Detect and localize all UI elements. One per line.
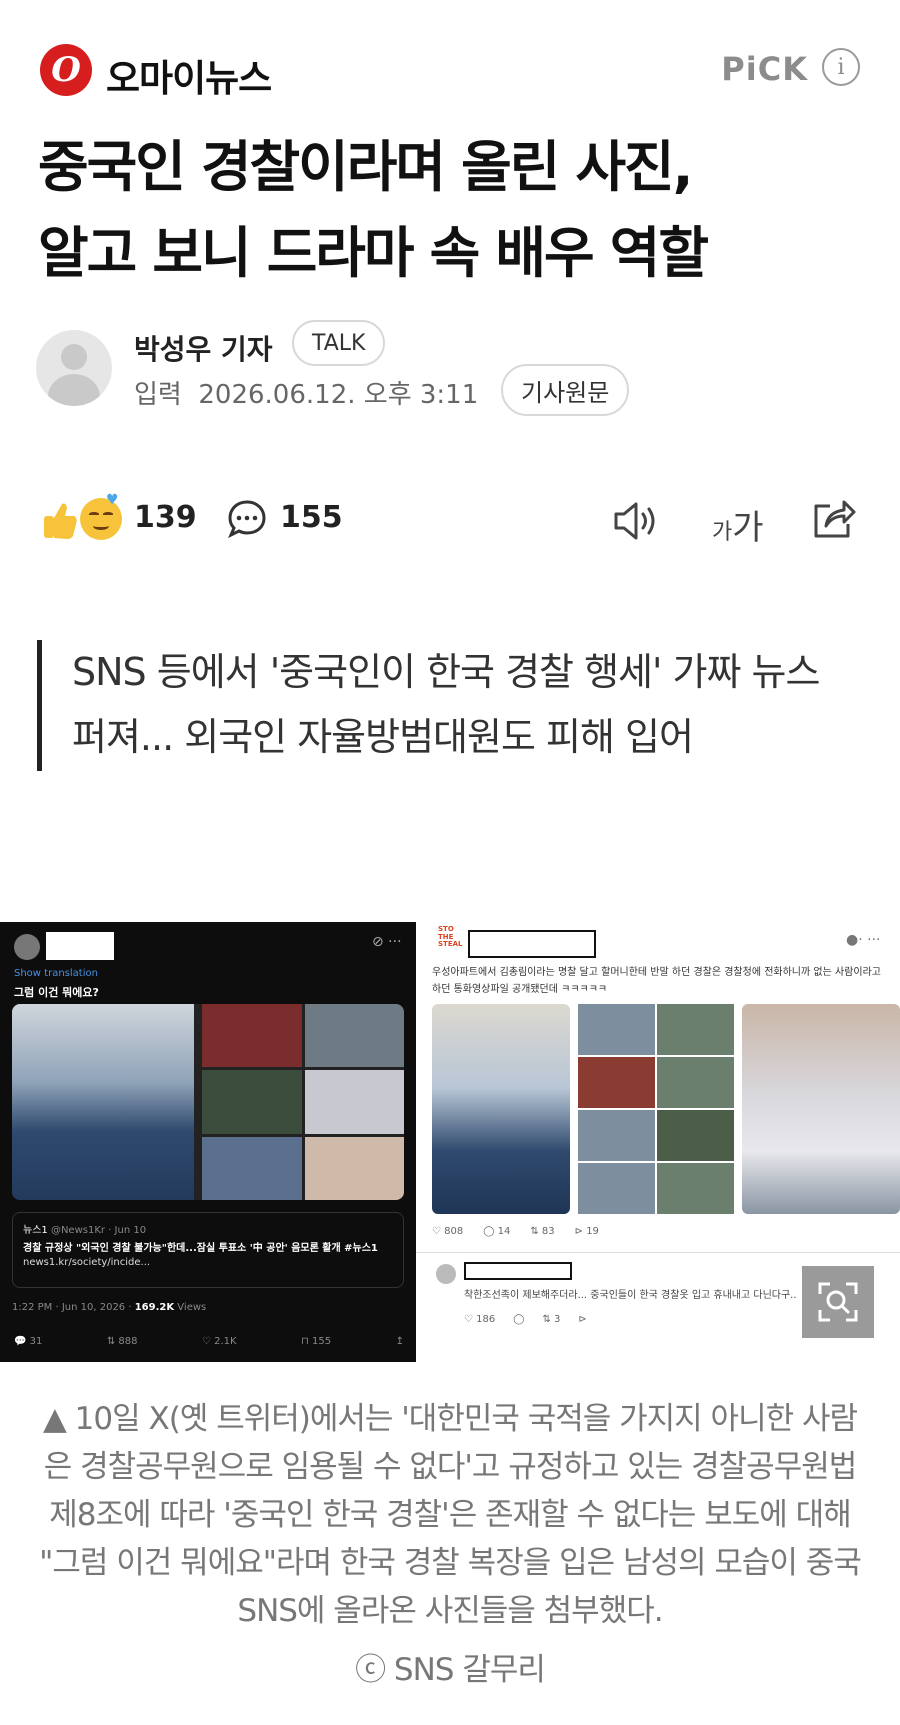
quoted-title: 경찰 규정상 "외국인 경찰 불가능"한데...잠실 투표소 '中 공안' 음모… bbox=[23, 1243, 378, 1254]
talk-button[interactable]: TALK bbox=[292, 320, 386, 366]
reply-stats: ♡ 186 ◯ ⇅ 3 ⊳ bbox=[464, 1314, 587, 1325]
quoted-post: 뉴스1 @News1Kr · Jun 10 경찰 규정상 "외국인 경찰 불가능… bbox=[12, 1212, 404, 1288]
ohmynews-logo[interactable]: O bbox=[40, 44, 92, 96]
photo-caption: ▲ 10일 X(옛 트위터)에서는 '대한민국 국적을 가지지 아니한 사람은 … bbox=[39, 1401, 862, 1630]
smile-emoji-icon[interactable]: ♥ bbox=[80, 492, 122, 540]
post-action: ⇅ 888 bbox=[106, 1336, 138, 1347]
author-block: 박성우 기자 TALK 입력 2026.06.12. 오후 3:11 기사원문 bbox=[36, 320, 856, 428]
reply-avatar bbox=[436, 1264, 456, 1284]
stop-the-steal-logo: STO THE STEAL bbox=[438, 925, 463, 949]
brand-name[interactable]: 오마이뉴스 bbox=[106, 48, 272, 102]
post-views-label: Views bbox=[177, 1302, 207, 1313]
quoted-source-handle: @News1Kr · Jun 10 bbox=[50, 1225, 147, 1236]
thumbs-up-icon[interactable] bbox=[42, 500, 78, 540]
comment-count[interactable]: 155 bbox=[280, 500, 343, 535]
post-actions: 💬 31 ⇅ 888 ♡ 2.1K ⊓ 155 ↥ bbox=[14, 1336, 404, 1347]
divider bbox=[416, 1252, 900, 1253]
article-photo[interactable]: ⊘ ··· Show translation 그럼 이건 뭐에요? 뉴스1 @N… bbox=[0, 922, 900, 1362]
pick-badge: PiCK bbox=[721, 50, 808, 88]
post-avatar bbox=[14, 934, 40, 960]
like-count[interactable]: 139 bbox=[134, 500, 197, 535]
post-stat: ◯ 14 bbox=[483, 1226, 511, 1237]
post-time: 1:22 PM · Jun 10, 2026 · bbox=[12, 1302, 132, 1313]
post-more-icon: ⊘ ··· bbox=[372, 934, 402, 950]
redacted-name-box bbox=[468, 930, 596, 958]
app-header: O 오마이뉴스 PiCK i bbox=[40, 44, 860, 100]
post-meta: 1:22 PM · Jun 10, 2026 · 169.2K Views bbox=[12, 1302, 206, 1313]
post-caption: 그럼 이건 뭐에요? bbox=[14, 986, 99, 999]
post-stat: ⇅ 83 bbox=[530, 1226, 555, 1237]
police-officer-image bbox=[432, 1004, 570, 1214]
quoted-source-name: 뉴스1 bbox=[23, 1225, 48, 1236]
share-icon[interactable] bbox=[810, 496, 856, 542]
post-stat: ⊳ 19 bbox=[574, 1226, 599, 1237]
font-size-small-label: 가 bbox=[712, 520, 733, 545]
media-grid bbox=[202, 1004, 404, 1200]
police-car-image bbox=[742, 1004, 900, 1214]
avatar[interactable] bbox=[36, 330, 112, 406]
zoom-image-button[interactable] bbox=[802, 1266, 874, 1338]
post-action: 💬 31 bbox=[14, 1336, 43, 1347]
publish-date: 입력 2026.06.12. 오후 3:11 bbox=[134, 374, 478, 411]
headline-line-2: 알고 보니 드라마 속 배우 역할 bbox=[38, 220, 709, 285]
magnify-icon bbox=[818, 1282, 858, 1322]
photo-credit: ⓒ SNS 갈무리 bbox=[355, 1652, 546, 1688]
subtitle-text: SNS 등에서 '중국인이 한국 경찰 행세' 가짜 뉴스 퍼져... 외국인 … bbox=[72, 650, 820, 760]
publish-date-label: 입력 bbox=[134, 380, 182, 410]
redacted-name-box bbox=[464, 1262, 572, 1280]
reply-stat: ⇅ 3 bbox=[542, 1314, 561, 1325]
post-action: ♡ 2.1K bbox=[201, 1336, 237, 1347]
font-size-big-label: 가 bbox=[732, 508, 764, 548]
reaction-bar: ♥ 139 155 가가 bbox=[42, 490, 862, 550]
info-icon[interactable]: i bbox=[822, 48, 860, 86]
police-officer-image bbox=[12, 1004, 194, 1200]
post-stat: ♡ 808 bbox=[432, 1226, 464, 1237]
original-article-button[interactable]: 기사원문 bbox=[501, 364, 630, 416]
quoted-url: news1.kr/society/incide... bbox=[23, 1257, 151, 1268]
media-grid bbox=[578, 1004, 734, 1214]
post-stats: ♡ 808 ◯ 14 ⇅ 83 ⊳ 19 bbox=[432, 1226, 599, 1237]
author-name[interactable]: 박성우 기자 bbox=[134, 328, 273, 368]
reply-stat: ◯ bbox=[513, 1314, 525, 1325]
post-views: 169.2K bbox=[134, 1302, 175, 1313]
x-post-screenshot: ⊘ ··· Show translation 그럼 이건 뭐에요? 뉴스1 @N… bbox=[0, 922, 416, 1362]
quoted-source: 뉴스1 @News1Kr · Jun 10 bbox=[23, 1221, 146, 1236]
post-action: ⊓ 155 bbox=[301, 1336, 332, 1347]
post-action: ↥ bbox=[395, 1336, 404, 1347]
post-more-icon: ●· ··· bbox=[846, 932, 881, 948]
post-media bbox=[12, 1004, 404, 1200]
article-headline: 중국인 경찰이라며 올린 사진, 알고 보니 드라마 속 배우 역할 bbox=[38, 125, 878, 297]
post-caption: 우성아파트에서 김총림이라는 명찰 달고 할머니한테 반말 하던 경찰은 경찰청… bbox=[432, 967, 881, 995]
redacted-name-box bbox=[46, 932, 114, 960]
article-subtitle: SNS 등에서 '중국인이 한국 경찰 행세' 가짜 뉴스 퍼져... 외국인 … bbox=[37, 640, 857, 771]
headline-line-1: 중국인 경찰이라며 올린 사진, bbox=[38, 135, 694, 199]
font-size-button[interactable]: 가가 bbox=[712, 500, 764, 549]
publish-date-value: 2026.06.12. 오후 3:11 bbox=[198, 380, 479, 410]
reply-stat: ♡ 186 bbox=[464, 1314, 496, 1325]
comment-icon[interactable] bbox=[226, 498, 268, 540]
post-media bbox=[432, 1002, 900, 1216]
show-translation-text: Show translation bbox=[14, 968, 98, 979]
reply-stat: ⊳ bbox=[578, 1314, 587, 1325]
speaker-icon[interactable] bbox=[612, 500, 660, 542]
